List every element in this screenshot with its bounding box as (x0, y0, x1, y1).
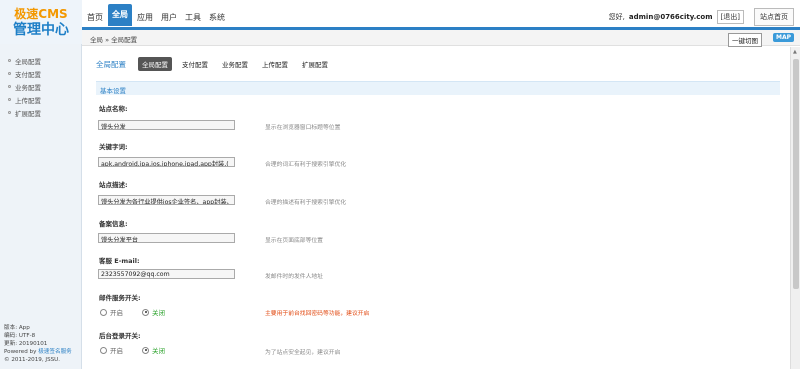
email-label: 客服 E-mail: (99, 257, 140, 265)
sidebar-item-upload[interactable]: 上传配置 (0, 93, 81, 106)
main-content: 全局配置 全局配置 支付配置 业务配置 上传配置 扩展配置 基本设置 站点名称:… (82, 47, 788, 369)
tab-upload[interactable]: 上传配置 (258, 57, 292, 71)
description-hint: 合理的描述有利于搜索引擎优化 (265, 200, 347, 206)
scrollbar[interactable]: ▲ (790, 47, 800, 369)
bullet-icon (8, 111, 11, 114)
admin-on-label: 开启 (110, 347, 123, 355)
sidebar-item-label: 上传配置 (15, 96, 41, 105)
nav-home[interactable]: 首页 (84, 8, 106, 27)
updated-text: 更新: 20190101 (4, 341, 48, 347)
mail-on-radio[interactable] (100, 308, 107, 316)
mail-switch-hint: 主要用于前台找回密码等功能，建议开启 (265, 311, 370, 317)
tab-business[interactable]: 业务配置 (218, 57, 252, 71)
sidebar-item-label: 业务配置 (15, 83, 41, 92)
site-name-input[interactable]: 馒头分发 (98, 120, 235, 130)
logo-line1: 极速CMS (14, 7, 68, 21)
version-text: 版本: App (4, 325, 30, 331)
keywords-input[interactable]: apk,android,ipa,ios,iphone,ipad,app封装,( (98, 157, 235, 167)
keywords-label: 关键字词: (99, 143, 128, 151)
nav-system[interactable]: 系统 (206, 8, 228, 27)
bullet-icon (8, 98, 11, 101)
scroll-up-icon[interactable]: ▲ (793, 49, 797, 55)
map-button[interactable]: MAP (772, 33, 794, 42)
config-tabs: 全局配置 全局配置 支付配置 业务配置 上传配置 扩展配置 (96, 57, 332, 71)
nav-users[interactable]: 用户 (158, 8, 180, 27)
nav-tools[interactable]: 工具 (182, 8, 204, 27)
logo-line2: 管理中心 (13, 22, 69, 38)
description-label: 站点描述: (99, 181, 128, 189)
page-title: 全局配置 (96, 59, 126, 69)
tab-global[interactable]: 全局配置 (138, 57, 172, 71)
email-input[interactable]: 2323557092@qq.com (98, 269, 235, 279)
email-hint: 发邮件时的发件人地址 (265, 274, 323, 280)
site-name-label: 站点名称: (99, 105, 128, 113)
description-input[interactable]: 馒头分发为各行业提供ios企业签名、app封装、 (98, 195, 235, 205)
admin-login-radios: 开启 关闭 (100, 345, 165, 355)
mail-on-label: 开启 (110, 309, 123, 317)
logo[interactable]: 极速CMS 管理中心 (0, 0, 82, 44)
user-email: admin@0766city.com (628, 13, 713, 21)
greeting: 您好, (608, 13, 625, 21)
encoding-text: 编码: UTF-8 (4, 333, 36, 339)
admin-off-radio[interactable] (142, 346, 149, 354)
sidebar-item-label: 全局配置 (15, 57, 41, 66)
top-nav: 首页 全局 应用 用户 工具 系统 (84, 4, 230, 27)
powered-by: Powered by 极速签名服务 (4, 349, 72, 355)
sidebar-item-label: 支付配置 (15, 70, 41, 79)
mail-switch-radios: 开启 关闭 (100, 307, 165, 317)
keywords-hint: 合理的词汇有利于搜索引擎优化 (265, 162, 347, 168)
icp-hint: 显示在页面底部等位置 (265, 238, 323, 244)
mail-off-label: 关闭 (152, 309, 165, 317)
section-header: 基本设置 (96, 81, 780, 95)
user-area: 您好, admin@0766city.com [退出] 站点首页 (609, 8, 794, 26)
clear-cache-button[interactable]: 一键切图 (728, 33, 762, 47)
icp-label: 备案信息: (99, 220, 128, 228)
breadcrumb: 全局 » 全局配置 (90, 36, 138, 44)
site-name-hint: 显示在浏览器窗口标题等位置 (265, 125, 341, 131)
sidebar-item-global[interactable]: 全局配置 (0, 54, 81, 67)
nav-apps[interactable]: 应用 (134, 8, 156, 27)
admin-on-radio[interactable] (100, 346, 107, 354)
mail-off-radio[interactable] (142, 308, 149, 316)
sidebar: 全局配置 支付配置 业务配置 上传配置 扩展配置 版本: App 编码: UTF… (0, 44, 82, 369)
copyright-text: © 2011-2019, JSSU. (4, 357, 61, 363)
sidebar-item-extend[interactable]: 扩展配置 (0, 106, 81, 119)
header: 极速CMS 管理中心 首页 全局 应用 用户 工具 系统 您好, admin@0… (0, 0, 800, 44)
bullet-icon (8, 59, 11, 62)
logout-link[interactable]: [退出] (716, 10, 744, 24)
breadcrumb-bar: 全局 » 全局配置 一键切图 MAP (82, 30, 800, 47)
admin-login-label: 后台登录开关: (99, 332, 141, 340)
mail-switch-label: 邮件服务开关: (99, 294, 141, 302)
section-title: 基本设置 (100, 87, 126, 95)
powered-link[interactable]: 极速签名服务 (38, 349, 72, 355)
sidebar-item-business[interactable]: 业务配置 (0, 80, 81, 93)
site-home-button[interactable]: 站点首页 (754, 8, 794, 26)
scrollbar-thumb[interactable] (793, 59, 799, 289)
nav-global[interactable]: 全局 (108, 4, 132, 26)
system-info: 版本: App 编码: UTF-8 更新: 20190101 Powered b… (4, 324, 72, 364)
sidebar-item-payment[interactable]: 支付配置 (0, 67, 81, 80)
bullet-icon (8, 72, 11, 75)
admin-off-label: 关闭 (152, 347, 165, 355)
sidebar-list: 全局配置 支付配置 业务配置 上传配置 扩展配置 (0, 54, 81, 119)
sidebar-item-label: 扩展配置 (15, 109, 41, 118)
tab-payment[interactable]: 支付配置 (178, 57, 212, 71)
icp-input[interactable]: 馒头分发平台 (98, 233, 235, 243)
bullet-icon (8, 85, 11, 88)
tab-extend[interactable]: 扩展配置 (298, 57, 332, 71)
admin-login-hint: 为了站点安全起见，建议开启 (265, 350, 341, 356)
